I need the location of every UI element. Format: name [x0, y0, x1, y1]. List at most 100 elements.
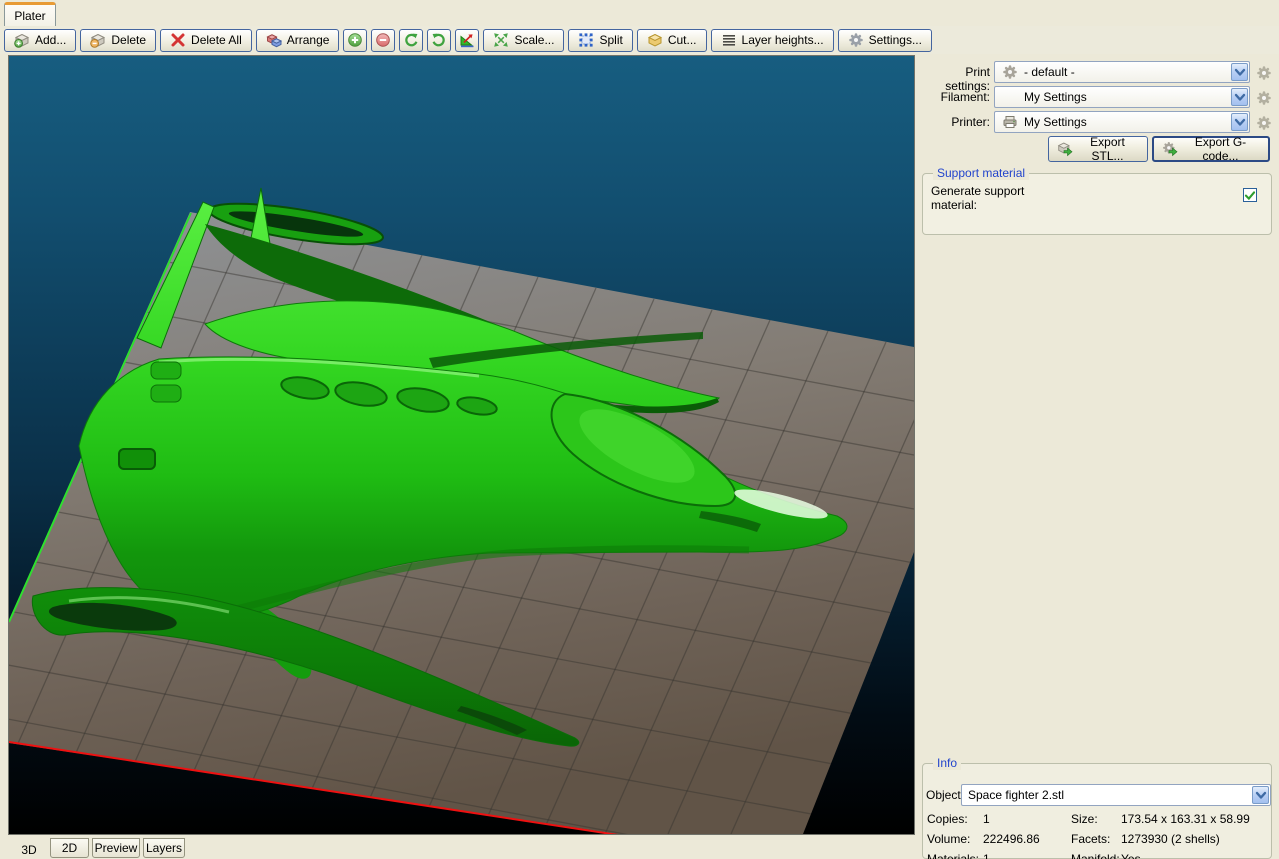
delete-all-label: Delete All [191, 33, 242, 47]
printer-icon [1002, 114, 1018, 130]
print-settings-dropdown-button[interactable] [1231, 63, 1248, 81]
object-value: Space fighter 2.stl [968, 788, 1065, 802]
view-tab-layers-label: Layers [145, 841, 183, 855]
side-intake [118, 448, 156, 470]
gear-icon [848, 32, 864, 48]
arrange-bricks-icon [266, 32, 282, 48]
add-button[interactable]: Add... [4, 28, 77, 52]
scale-arrows-icon [493, 32, 509, 48]
scale-triangle-icon [459, 32, 475, 48]
arrange-button[interactable]: Arrange [255, 28, 340, 52]
arrange-label: Arrange [286, 33, 330, 47]
tab-plater-label: Plater [14, 9, 46, 23]
filament-dropdown-button[interactable] [1231, 88, 1248, 106]
info-label: Copies: [927, 812, 968, 826]
gear-icon [1256, 65, 1272, 81]
print-settings-combobox[interactable]: - default - [994, 61, 1250, 83]
export-gcode-label: Export G-code... [1194, 135, 1247, 163]
generate-support-checkbox[interactable] [1243, 188, 1257, 202]
minus-circle-icon [375, 32, 391, 48]
filament-combobox[interactable]: My Settings [994, 86, 1250, 108]
filament-value: My Settings [1024, 90, 1087, 104]
scale-button[interactable]: Scale... [483, 28, 565, 52]
info-label: Materials: [927, 852, 980, 859]
info-value: Yes [1121, 852, 1141, 859]
increase-copies-button[interactable] [343, 28, 368, 52]
info-label: Volume: [927, 832, 971, 846]
info-label: Facets: [1071, 832, 1111, 846]
plater-scene [9, 56, 914, 834]
info-value: 173.54 x 163.31 x 58.99 [1121, 812, 1250, 826]
object-label: Object: [926, 788, 965, 802]
info-legend: Info [933, 756, 962, 770]
info-value: 1 [983, 852, 990, 859]
scale-label: Scale... [514, 33, 555, 47]
info-value: 222496.86 [983, 832, 1040, 846]
info-label: Size: [1071, 812, 1098, 826]
print-settings-value: - default - [1024, 65, 1075, 79]
info-value: 1 [983, 812, 990, 826]
add-label: Add... [35, 33, 67, 47]
view-tab-2d[interactable]: 2D [50, 838, 89, 858]
cut-label: Cut... [667, 33, 697, 47]
rotate-ccw-icon [403, 32, 419, 48]
change-scale-button[interactable] [455, 28, 480, 52]
tab-plater[interactable]: Plater [4, 2, 56, 26]
settings-button[interactable]: Settings... [837, 28, 932, 52]
chevron-down-icon [1232, 64, 1248, 80]
view-tabbar: 3D 2D Preview Layers [0, 838, 918, 859]
print-settings-row: Print settings: - default - [920, 61, 1279, 93]
printer-value: My Settings [1024, 115, 1087, 129]
export-gcode-icon [1162, 141, 1178, 157]
printer-label: Printer: [951, 115, 990, 129]
cut-box-icon [647, 32, 663, 48]
rotate-cw-icon [431, 32, 447, 48]
delete-button[interactable]: Delete [80, 28, 157, 52]
info-group: Info Object: Space fighter 2.stl Copies:… [922, 756, 1272, 859]
info-label: Manifold: [1071, 852, 1120, 859]
split-button[interactable]: Split [568, 28, 633, 52]
support-material-legend: Support material [933, 166, 1030, 180]
view-tab-3d-label: 3D [21, 843, 37, 857]
generate-support-label: Generate support material: [931, 184, 1025, 212]
view-tab-preview[interactable]: Preview [92, 838, 140, 858]
view-tab-preview-label: Preview [94, 841, 138, 855]
delete-all-button[interactable]: Delete All [160, 28, 252, 52]
view-tab-layers[interactable]: Layers [143, 838, 185, 858]
printer-gear-button[interactable] [1254, 113, 1274, 133]
brick-plus-icon [14, 32, 30, 48]
print-settings-gear-button[interactable] [1254, 63, 1274, 83]
decrease-copies-button[interactable] [371, 28, 396, 52]
info-value: 1273930 (2 shells) [1121, 832, 1220, 846]
export-stl-label: Export STL... [1090, 135, 1125, 163]
export-stl-icon [1057, 141, 1073, 157]
filament-label: Filament: [940, 90, 990, 104]
split-label: Split [599, 33, 623, 47]
object-combobox[interactable]: Space fighter 2.stl [961, 784, 1271, 806]
cut-button[interactable]: Cut... [636, 28, 707, 52]
view-tab-3d[interactable]: 3D [8, 838, 50, 858]
plater-toolbar: Add... Delete Delete All Arrange Scale..… [0, 26, 1279, 54]
filament-gear-button[interactable] [1254, 88, 1274, 108]
export-gcode-button[interactable]: Export G-code... [1152, 135, 1270, 163]
plus-circle-icon [347, 32, 363, 48]
delete-label: Delete [111, 33, 147, 47]
view-tab-2d-label: 2D [61, 841, 78, 855]
chevron-down-icon [1253, 787, 1269, 803]
chevron-down-icon [1232, 114, 1248, 130]
layer-heights-button[interactable]: Layer heights... [710, 28, 834, 52]
3d-viewport[interactable] [8, 55, 915, 835]
layer-heights-label: Layer heights... [741, 33, 824, 47]
gear-icon [1256, 115, 1272, 131]
object-dropdown-button[interactable] [1252, 786, 1269, 804]
rotate-ccw-button[interactable] [399, 28, 424, 52]
check-icon [1242, 189, 1258, 202]
rotate-cw-button[interactable] [427, 28, 452, 52]
red-cross-icon [170, 32, 186, 48]
export-stl-button[interactable]: Export STL... [1048, 135, 1148, 163]
chevron-down-icon [1232, 89, 1248, 105]
printer-dropdown-button[interactable] [1231, 113, 1248, 131]
printer-combobox[interactable]: My Settings [994, 111, 1250, 133]
gear-icon [1256, 90, 1272, 106]
layers-icon [721, 32, 737, 48]
